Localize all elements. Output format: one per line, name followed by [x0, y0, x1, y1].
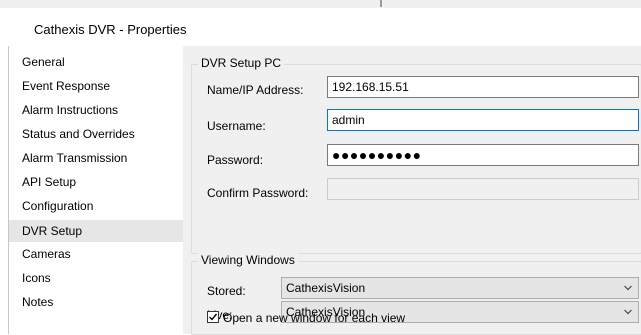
group-title: Viewing Windows — [198, 253, 298, 267]
divider — [380, 0, 382, 7]
group-title: DVR Setup PC — [198, 56, 285, 70]
content-panel: DVR Setup PC Name/IP Address: 192.168.15… — [183, 46, 641, 335]
sidebar: General Event Response Alarm Instruction… — [9, 46, 183, 334]
password-label: Password: — [207, 153, 264, 167]
sidebar-item-general[interactable]: General — [9, 51, 183, 73]
top-strip — [0, 0, 641, 8]
ip-address-input[interactable]: 192.168.15.51 — [327, 76, 639, 98]
username-label: Username: — [207, 119, 266, 133]
sidebar-item-api-setup[interactable]: API Setup — [9, 171, 183, 193]
sidebar-item-notes[interactable]: Notes — [9, 291, 183, 313]
sidebar-item-alarm-instructions[interactable]: Alarm Instructions — [9, 99, 183, 121]
sidebar-item-icons[interactable]: Icons — [9, 267, 183, 289]
stored-label: Stored: — [207, 284, 246, 298]
new-window-label[interactable]: Open a new window for each view — [223, 311, 405, 325]
dvr-setup-pc-group: DVR Setup PC Name/IP Address: 192.168.15… — [191, 56, 641, 254]
sidebar-item-dvr-setup[interactable]: DVR Setup — [9, 220, 183, 242]
chevron-down-icon — [624, 309, 632, 315]
new-window-checkbox[interactable] — [207, 311, 219, 323]
window-title: Cathexis DVR - Properties — [34, 22, 187, 37]
confirm-password-input[interactable] — [327, 178, 639, 200]
sidebar-item-status-and-overrides[interactable]: Status and Overrides — [9, 123, 183, 145]
stored-select-value: CathexisVision — [286, 281, 366, 295]
chevron-down-icon — [624, 285, 632, 291]
title-bar: Cathexis DVR - Properties — [0, 8, 641, 46]
ip-address-label: Name/IP Address: — [207, 83, 304, 97]
sidebar-item-cameras[interactable]: Cameras — [9, 243, 183, 265]
username-input[interactable]: admin — [327, 109, 639, 131]
sidebar-item-configuration[interactable]: Configuration — [9, 195, 183, 217]
checkmark-icon — [209, 313, 218, 321]
password-input[interactable]: ●●●●●●●●●● — [327, 144, 639, 166]
confirm-password-label: Confirm Password: — [207, 186, 309, 200]
sidebar-item-event-response[interactable]: Event Response — [9, 75, 183, 97]
stored-select[interactable]: CathexisVision — [281, 277, 639, 299]
sidebar-item-alarm-transmission[interactable]: Alarm Transmission — [9, 147, 183, 169]
